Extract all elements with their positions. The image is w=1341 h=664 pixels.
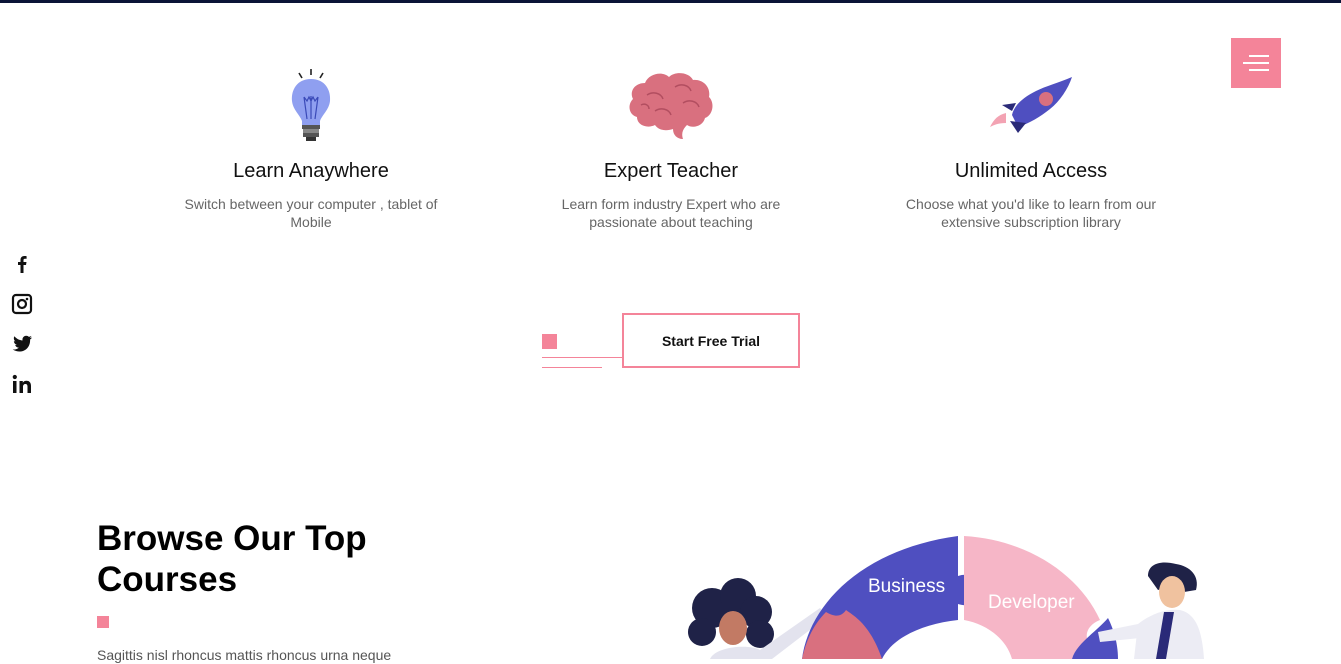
start-free-trial-button[interactable]: Start Free Trial: [622, 313, 800, 368]
feature-title: Expert Teacher: [603, 160, 739, 182]
brain-icon: [521, 60, 821, 150]
feature-description: Choose what you'd like to learn from our…: [905, 196, 1157, 230]
feature-title: Learn Anaywhere: [233, 160, 389, 182]
rocket-icon: [881, 60, 1181, 150]
feature-unlimited-access: Unlimited Access Choose what you'd like …: [881, 60, 1181, 231]
menu-button[interactable]: [1231, 38, 1281, 88]
facebook-icon[interactable]: [10, 252, 34, 276]
puzzle-label-left: Business: [868, 576, 945, 597]
puzzle-label-right: Developer: [988, 592, 1075, 613]
section-description: Sagittis nisl rhoncus mattis rhoncus urn…: [97, 647, 392, 663]
hamburger-icon: [1249, 55, 1269, 57]
courses-puzzle-illustration: Business Developer: [660, 520, 1220, 659]
hamburger-icon-line: [1243, 62, 1269, 64]
feature-title: Unlimited Access: [954, 160, 1108, 182]
decorative-square: [542, 334, 557, 349]
lightbulb-icon: [161, 60, 461, 150]
hamburger-icon-line: [1249, 69, 1269, 71]
top-border: [0, 0, 1341, 3]
decorative-line: [542, 357, 622, 358]
social-links: [10, 252, 34, 412]
feature-description: Learn form industry Expert who are passi…: [561, 196, 781, 230]
twitter-icon[interactable]: [10, 332, 34, 356]
feature-expert-teacher: Expert Teacher Learn form industry Exper…: [521, 60, 821, 231]
feature-description: Switch between your computer , tablet of…: [184, 196, 438, 230]
decorative-square: [97, 616, 109, 628]
instagram-icon[interactable]: [10, 292, 34, 316]
linkedin-icon[interactable]: [10, 372, 34, 396]
feature-learn-anywhere: Learn Anaywhere Switch between your comp…: [161, 60, 461, 231]
decorative-line: [542, 367, 602, 368]
section-title: Browse Our Top Courses: [97, 519, 367, 599]
